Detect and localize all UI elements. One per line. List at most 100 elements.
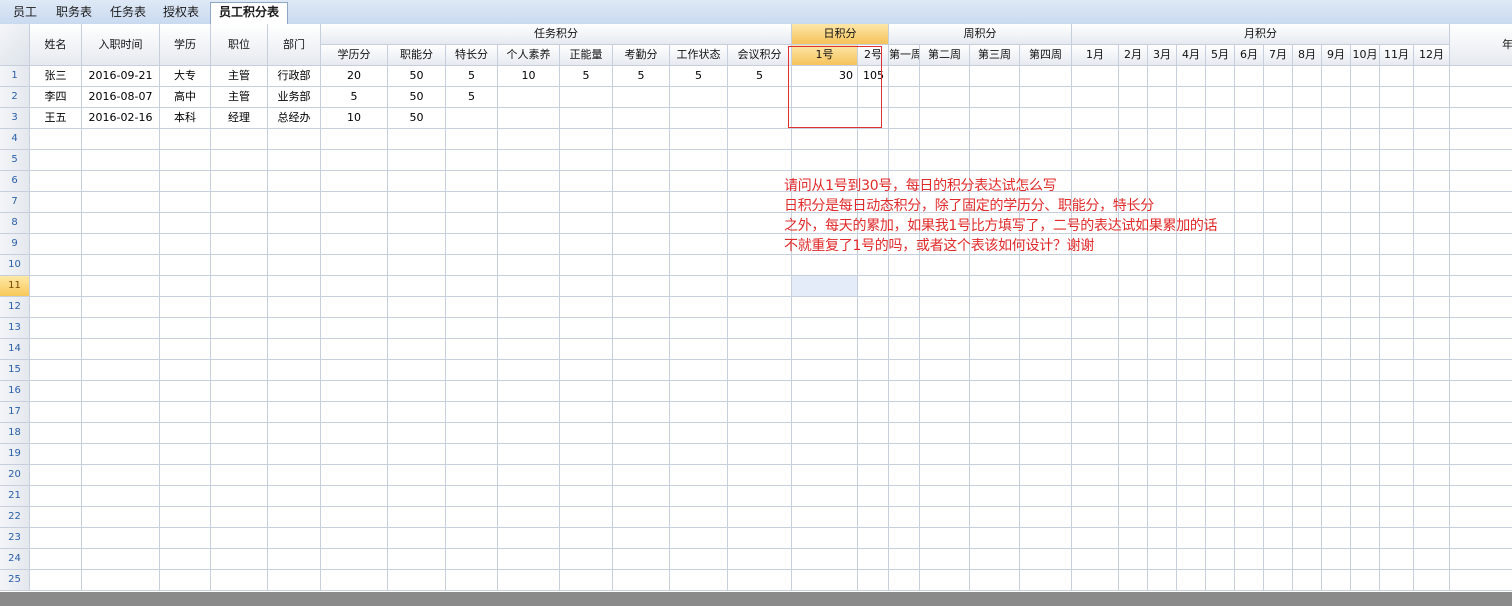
grid-cell[interactable] <box>1351 129 1380 150</box>
grid-cell[interactable] <box>1020 150 1072 171</box>
grid-cell[interactable] <box>268 486 321 507</box>
grid-cell[interactable] <box>1293 360 1322 381</box>
row-header[interactable]: 17 <box>0 402 30 423</box>
grid-cell[interactable] <box>728 276 792 297</box>
grid-cell[interactable] <box>1450 213 1512 234</box>
grid-cell[interactable] <box>1351 213 1380 234</box>
grid-cell[interactable] <box>1148 507 1177 528</box>
grid-cell[interactable] <box>1148 570 1177 591</box>
grid-cell[interactable] <box>1148 255 1177 276</box>
grid-cell[interactable] <box>1235 507 1264 528</box>
grid-cell[interactable] <box>1264 213 1293 234</box>
grid-cell[interactable] <box>160 486 211 507</box>
grid-cell[interactable] <box>728 444 792 465</box>
grid-cell[interactable] <box>388 549 446 570</box>
grid-cell[interactable] <box>321 213 388 234</box>
grid-cell[interactable] <box>388 528 446 549</box>
grid-cell[interactable] <box>728 297 792 318</box>
grid-cell[interactable] <box>1264 171 1293 192</box>
grid-cell[interactable] <box>670 87 728 108</box>
grid-cell[interactable] <box>1148 150 1177 171</box>
grid-cell[interactable] <box>1119 297 1148 318</box>
grid-cell[interactable] <box>1177 108 1206 129</box>
grid-cell[interactable] <box>1148 423 1177 444</box>
grid-cell[interactable] <box>858 444 889 465</box>
grid-cell[interactable] <box>1148 66 1177 87</box>
grid-cell[interactable]: 总经办 <box>268 108 321 129</box>
column-header[interactable]: 特长分 <box>446 45 498 66</box>
grid-cell[interactable] <box>613 486 670 507</box>
grid-cell[interactable] <box>1206 486 1235 507</box>
grid-cell[interactable] <box>889 528 920 549</box>
grid-cell[interactable] <box>268 360 321 381</box>
grid-cell[interactable] <box>211 465 268 486</box>
grid-cell[interactable] <box>1177 423 1206 444</box>
grid-cell[interactable] <box>1322 339 1351 360</box>
grid-cell[interactable] <box>970 318 1020 339</box>
grid-cell[interactable] <box>1293 528 1322 549</box>
grid-cell[interactable] <box>560 528 613 549</box>
grid-cell[interactable] <box>560 192 613 213</box>
grid-cell[interactable] <box>792 549 858 570</box>
grid-cell[interactable] <box>446 549 498 570</box>
grid-cell[interactable] <box>30 276 82 297</box>
grid-cell[interactable] <box>268 318 321 339</box>
grid-cell[interactable] <box>1293 507 1322 528</box>
grid-cell[interactable] <box>792 318 858 339</box>
grid-cell[interactable] <box>1020 87 1072 108</box>
grid-cell[interactable] <box>82 549 160 570</box>
grid-cell[interactable] <box>920 66 970 87</box>
grid-cell[interactable] <box>1414 339 1450 360</box>
grid-cell[interactable] <box>1072 276 1119 297</box>
grid-cell[interactable] <box>268 150 321 171</box>
row-header[interactable]: 5 <box>0 150 30 171</box>
grid-cell[interactable] <box>1293 255 1322 276</box>
grid-cell[interactable] <box>1206 570 1235 591</box>
grid-cell[interactable] <box>728 339 792 360</box>
grid-cell[interactable] <box>613 381 670 402</box>
grid-cell[interactable] <box>1072 507 1119 528</box>
grid-cell[interactable] <box>889 129 920 150</box>
grid-cell[interactable] <box>970 444 1020 465</box>
grid-cell[interactable] <box>446 381 498 402</box>
grid-cell[interactable] <box>160 549 211 570</box>
grid-cell[interactable] <box>160 360 211 381</box>
grid-cell[interactable] <box>30 297 82 318</box>
grid-cell[interactable] <box>1293 213 1322 234</box>
grid-cell[interactable] <box>920 381 970 402</box>
grid-cell[interactable] <box>446 171 498 192</box>
grid-cell[interactable] <box>1235 465 1264 486</box>
grid-cell[interactable] <box>321 192 388 213</box>
column-header[interactable]: 入职时间 <box>82 24 160 66</box>
grid-cell[interactable] <box>858 129 889 150</box>
grid-cell[interactable] <box>1264 66 1293 87</box>
grid-cell[interactable] <box>1148 339 1177 360</box>
grid-cell[interactable] <box>889 402 920 423</box>
tab-task-table[interactable]: 任务表 <box>104 3 152 23</box>
grid-cell[interactable] <box>82 150 160 171</box>
grid-cell[interactable] <box>970 297 1020 318</box>
grid-cell[interactable] <box>1380 444 1414 465</box>
grid-cell[interactable] <box>889 423 920 444</box>
grid-cell[interactable] <box>858 87 889 108</box>
grid-cell[interactable] <box>1148 276 1177 297</box>
grid-cell[interactable] <box>1235 318 1264 339</box>
grid-cell[interactable] <box>1380 486 1414 507</box>
grid-cell[interactable] <box>1020 507 1072 528</box>
grid-cell[interactable] <box>613 507 670 528</box>
grid-cell[interactable] <box>792 507 858 528</box>
grid-cell[interactable] <box>1351 297 1380 318</box>
grid-cell[interactable] <box>1414 423 1450 444</box>
grid-cell[interactable] <box>1235 213 1264 234</box>
grid-cell[interactable] <box>858 108 889 129</box>
grid-cell[interactable] <box>1020 465 1072 486</box>
grid-cell[interactable] <box>268 381 321 402</box>
grid-cell[interactable] <box>670 171 728 192</box>
grid-cell[interactable] <box>858 339 889 360</box>
grid-cell[interactable] <box>1322 444 1351 465</box>
grid-cell[interactable] <box>858 318 889 339</box>
grid-cell[interactable] <box>1293 318 1322 339</box>
grid-cell[interactable] <box>446 423 498 444</box>
grid-cell[interactable] <box>1380 129 1414 150</box>
grid-cell[interactable] <box>728 360 792 381</box>
